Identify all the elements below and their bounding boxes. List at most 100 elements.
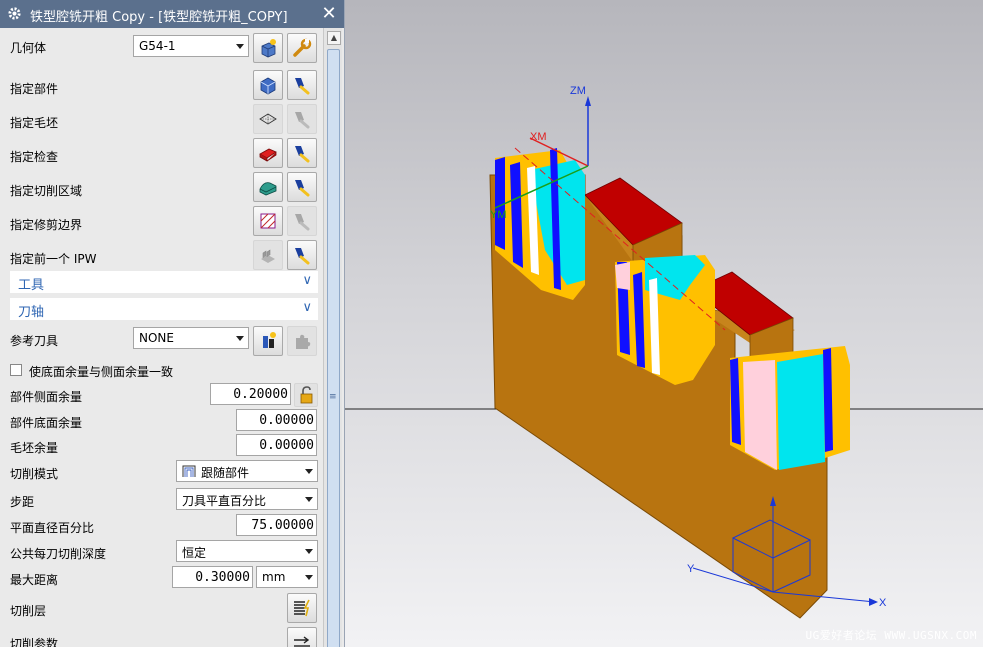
chevron-down-icon (236, 336, 244, 341)
reference-tool-label: 参考刀具 (10, 334, 59, 348)
zm-axis-label: ZM (570, 85, 586, 97)
same-stock-checkbox-label: 使底面余量与侧面余量一致 (29, 365, 174, 379)
previous-ipw-icon (261, 249, 275, 263)
puzzle-icon (296, 334, 311, 349)
specify-cut-area-label: 指定切削区域 (10, 184, 83, 198)
cut-parameters-label: 切削参数 (10, 637, 59, 647)
new-tool-icon (263, 332, 276, 348)
flashlight-icon (295, 248, 310, 265)
zm-axis-arrow (585, 96, 591, 106)
tool-axis-section-header[interactable]: 刀轴 ∨ (10, 298, 318, 320)
ym-axis-label: YM (490, 209, 507, 221)
operation-dialog: 铁型腔铣开粗 Copy - [铁型腔铣开粗_COPY] ✕ 几何体 G54-1 … (0, 0, 345, 647)
part-box-icon (260, 77, 276, 95)
display-cut-area-button[interactable] (287, 172, 317, 202)
dialog-scrollbar[interactable]: ▲ ≡ (323, 28, 342, 647)
toolpath-cyan-region (777, 354, 825, 470)
blank-stock-input[interactable] (236, 434, 317, 456)
wcs-x-label: X (879, 597, 887, 609)
check-red-block-icon (259, 148, 277, 162)
wcs-y-label: Y (687, 563, 695, 575)
xm-axis-label: XM (530, 131, 547, 143)
trim-boundary-icon (260, 213, 276, 229)
display-trim-boundary-button[interactable] (287, 206, 317, 236)
depth-per-cut-value: 恒定 (182, 546, 207, 560)
chevron-down-icon: ∨ (302, 300, 312, 315)
depth-per-cut-select[interactable]: 恒定 (176, 540, 318, 562)
same-stock-checkbox[interactable] (10, 364, 22, 376)
new-geometry-icon (261, 39, 276, 58)
chevron-down-icon (236, 44, 244, 49)
chevron-down-icon (305, 497, 313, 502)
wrench-icon (293, 38, 312, 57)
gear-icon (8, 7, 21, 20)
dialog-titlebar[interactable]: 铁型腔铣开粗 Copy - [铁型腔铣开粗_COPY] ✕ (0, 0, 344, 28)
select-blank-button[interactable] (253, 104, 283, 134)
specify-blank-label: 指定毛坯 (10, 116, 59, 130)
max-distance-label: 最大距离 (10, 573, 59, 587)
reference-tool-value: NONE (139, 331, 174, 345)
cut-parameters-icon (294, 636, 310, 647)
stepover-select[interactable]: 刀具平直百分比 (176, 488, 318, 510)
stepover-label: 步距 (10, 495, 35, 509)
display-part-button[interactable] (287, 70, 317, 100)
graphics-viewport[interactable]: ZM XM YM X Y UG爱好者论坛 WWW.UGSNX.COM (345, 0, 983, 647)
stepover-value: 刀具平直百分比 (182, 494, 267, 508)
edit-geometry-button[interactable] (287, 33, 317, 63)
edit-reference-tool-button[interactable] (287, 326, 317, 356)
geometry-select-value: G54-1 (139, 39, 176, 53)
floor-stock-input[interactable] (236, 409, 317, 431)
specify-check-label: 指定检查 (10, 150, 59, 164)
scrollbar-grip-icon: ≡ (329, 392, 337, 402)
cut-levels-button[interactable] (287, 593, 317, 623)
flashlight-icon (295, 180, 310, 197)
watermark-text: UG爱好者论坛 WWW.UGSNX.COM (805, 629, 977, 642)
specify-part-label: 指定部件 (10, 82, 59, 96)
cut-levels-label: 切削层 (10, 604, 47, 618)
blank-wireframe-icon (259, 113, 277, 125)
flat-diameter-percent-input[interactable] (236, 514, 317, 536)
select-previous-ipw-button[interactable] (253, 240, 283, 270)
select-check-button[interactable] (253, 138, 283, 168)
side-stock-input[interactable] (210, 383, 291, 405)
display-check-button[interactable] (287, 138, 317, 168)
toolpath-pink-region (615, 262, 630, 290)
scroll-up-icon[interactable]: ▲ (327, 31, 341, 45)
dialog-title: 铁型腔铣开粗 Copy - [铁型腔铣开粗_COPY] (30, 10, 288, 25)
geometry-select[interactable]: G54-1 (133, 35, 249, 57)
tool-section-header[interactable]: 工具 ∨ (10, 271, 318, 293)
depth-per-cut-label: 公共每刀切削深度 (10, 547, 107, 561)
specify-previous-ipw-label: 指定前一个 IPW (10, 252, 97, 266)
cut-parameters-button[interactable] (287, 627, 317, 647)
display-previous-ipw-button[interactable] (287, 240, 317, 270)
new-geometry-button[interactable] (253, 33, 283, 63)
geometry-label: 几何体 (10, 41, 47, 55)
select-cut-area-button[interactable] (253, 172, 283, 202)
flashlight-icon (295, 146, 310, 163)
side-stock-lock-button[interactable] (294, 383, 318, 407)
part-model-view: ZM XM YM X Y (345, 85, 983, 619)
cut-area-icon (259, 182, 277, 196)
blank-stock-label: 毛坯余量 (10, 441, 59, 455)
cut-pattern-label: 切削模式 (10, 467, 59, 481)
chevron-down-icon (305, 469, 313, 474)
select-trim-boundary-button[interactable] (253, 206, 283, 236)
flashlight-icon (295, 214, 310, 231)
specify-trim-boundary-label: 指定修剪边界 (10, 218, 83, 232)
chevron-down-icon (305, 549, 313, 554)
chevron-down-icon: ∨ (302, 273, 312, 288)
scrollbar-thumb[interactable] (327, 49, 340, 647)
select-part-button[interactable] (253, 70, 283, 100)
cut-levels-icon (294, 599, 310, 617)
new-reference-tool-button[interactable] (253, 326, 283, 356)
flashlight-icon (295, 78, 310, 95)
close-button[interactable]: ✕ (319, 4, 339, 24)
max-distance-input[interactable] (172, 566, 253, 588)
reference-tool-select[interactable]: NONE (133, 327, 249, 349)
display-blank-button[interactable] (287, 104, 317, 134)
flashlight-icon (295, 112, 310, 129)
cut-pattern-value: 跟随部件 (201, 466, 250, 480)
cut-pattern-select[interactable]: 跟随部件 (176, 460, 318, 482)
tool-section-title: 工具 (18, 278, 45, 293)
max-distance-unit-select[interactable]: mm (256, 566, 318, 588)
